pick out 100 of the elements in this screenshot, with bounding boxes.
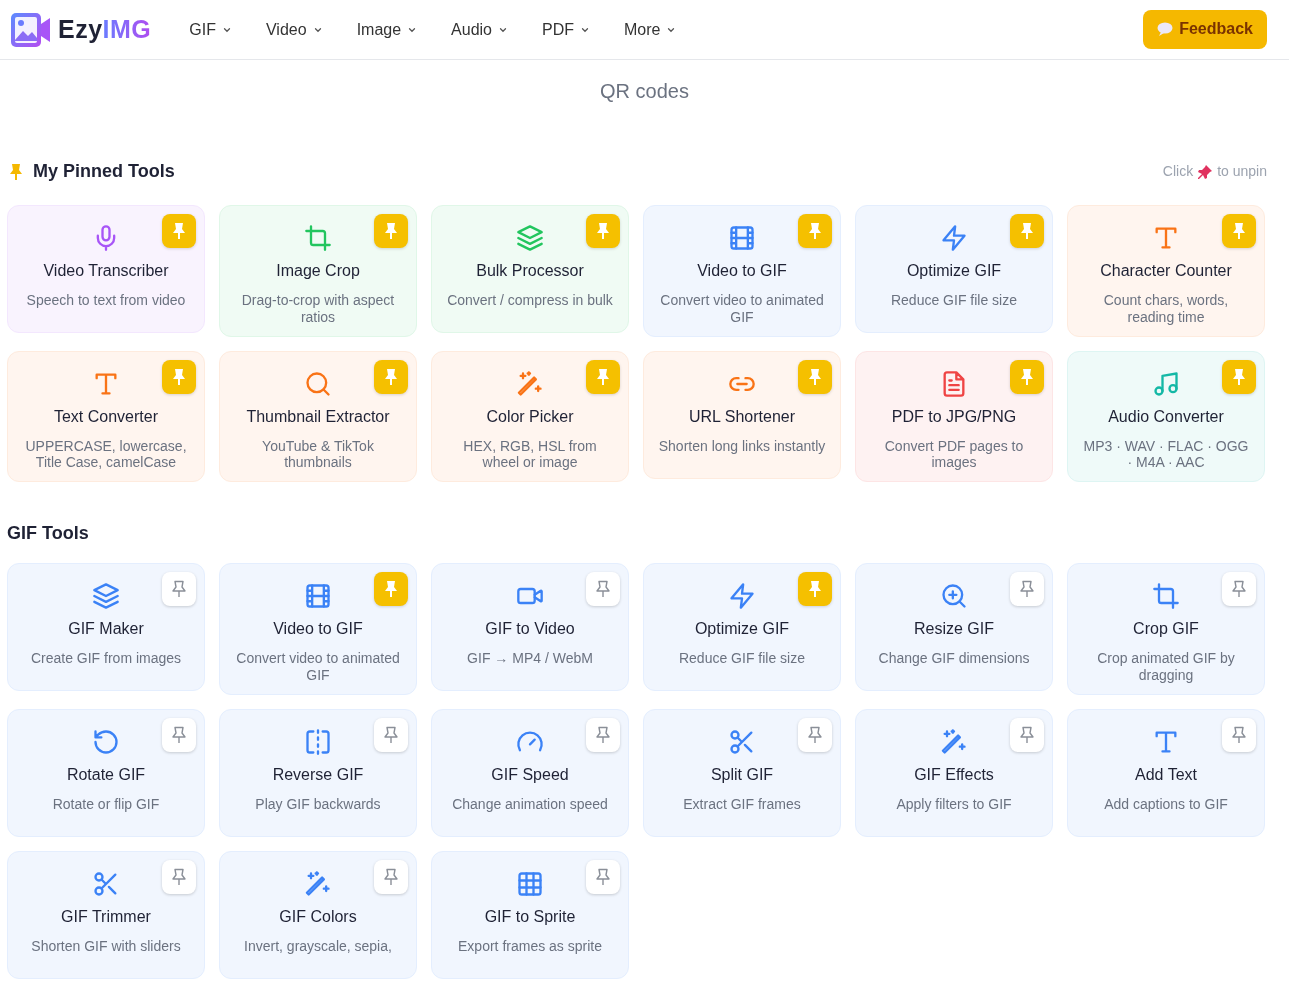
pin-button[interactable]	[798, 572, 832, 607]
pin-button[interactable]	[1222, 572, 1256, 607]
tool-description: Convert PDF pages to images	[883, 437, 1025, 472]
logo-text[interactable]: EzyIMG	[58, 10, 152, 49]
tool-description: Apply filters to GIF	[895, 795, 1013, 813]
tool-card[interactable]: Video to GIF Convert video to animated GIF	[219, 563, 417, 695]
pin-button[interactable]	[1222, 359, 1256, 394]
pin-button[interactable]	[798, 717, 832, 752]
pin-button[interactable]	[798, 214, 832, 248]
pin-icon	[171, 725, 187, 744]
tool-card[interactable]: GIF Maker Create GIF from images	[7, 563, 205, 692]
pin-button[interactable]	[1010, 717, 1044, 752]
tool-title: Video to GIF	[272, 619, 364, 640]
tool-title: GIF Colors	[278, 906, 358, 927]
pin-icon	[595, 222, 611, 240]
pin-icon	[1231, 367, 1247, 386]
tool-description: Play GIF backwards	[254, 795, 382, 813]
tool-card[interactable]: Split GIF Extract GIF frames	[643, 708, 841, 837]
tool-description: UPPERCASE, lowercase, Title Case, camelCase	[24, 437, 188, 472]
pin-button[interactable]	[586, 214, 620, 248]
pin-icon	[807, 222, 823, 240]
tool-card[interactable]: GIF Speed Change animation speed	[431, 708, 629, 837]
tool-card[interactable]: URL Shortener Shorten long links instantly	[643, 350, 841, 479]
unpin-hint: to unpin	[1217, 162, 1267, 181]
tool-title: Character Counter	[1099, 261, 1233, 281]
pin-button[interactable]	[1222, 214, 1256, 248]
tool-card[interactable]: Optimize GIF Reduce GIF file size	[855, 205, 1053, 333]
pin-button[interactable]	[586, 717, 620, 752]
logo-icon	[10, 11, 50, 48]
tool-card[interactable]: Image Crop Drag-to-crop with aspect ratios	[219, 205, 417, 337]
tool-description: Rotate or flip GIF	[51, 795, 161, 813]
pin-icon	[1019, 367, 1035, 386]
tool-card[interactable]: GIF to Sprite Export frames as sprite	[431, 850, 629, 979]
pin-button[interactable]	[162, 717, 196, 752]
tool-description: GIF → MP4 / WebM	[466, 650, 594, 667]
tool-description: Convert video to animated GIF	[235, 650, 401, 684]
tool-description: Reduce GIF file size	[889, 292, 1019, 309]
nav-menu[interactable]: Audio	[451, 13, 508, 46]
tool-card[interactable]: Crop GIF Crop animated GIF by dragging	[1067, 563, 1265, 695]
tool-description: Invert, grayscale, sepia,	[243, 937, 393, 955]
pin-button[interactable]	[162, 214, 196, 248]
pin-icon	[1231, 580, 1247, 599]
pin-icon	[807, 367, 823, 386]
pin-button[interactable]	[374, 572, 408, 607]
nav-menu[interactable]: PDF	[542, 13, 590, 46]
pin-icon	[595, 725, 611, 744]
tool-card[interactable]: GIF Effects Apply filters to GIF	[855, 708, 1053, 837]
pin-button[interactable]	[162, 859, 196, 894]
pin-button[interactable]	[162, 359, 196, 394]
tool-card[interactable]: Rotate GIF Rotate or flip GIF	[7, 708, 205, 837]
nav-menu[interactable]: More	[624, 13, 677, 46]
tool-card[interactable]: Video Transcriber Speech to text from video	[7, 205, 205, 333]
pin-button[interactable]	[586, 859, 620, 894]
tool-card[interactable]: Thumbnail Extractor YouTube & TikTok thumbnails	[219, 350, 417, 483]
pin-button[interactable]	[374, 359, 408, 394]
tool-card[interactable]: Text Converter UPPERCASE, lowercase, Title Case, camelCase	[7, 350, 205, 483]
nav-menu[interactable]: Image	[356, 13, 418, 46]
tool-card[interactable]: PDF to JPG/PNG Convert PDF pages to images	[855, 350, 1053, 483]
pin-button[interactable]	[798, 359, 832, 394]
tool-card[interactable]: GIF Colors Invert, grayscale, sepia,	[219, 850, 417, 979]
nav-menu[interactable]: Video	[266, 13, 323, 46]
pin-icon	[383, 222, 399, 240]
pin-button[interactable]	[1010, 214, 1044, 248]
tool-card[interactable]: Character Counter Count chars, words, reading time	[1067, 205, 1265, 337]
tool-card[interactable]: Audio Converter MP3 · WAV · FLAC · OGG · M4A · AAC	[1067, 350, 1265, 483]
tool-title: GIF Effects	[913, 764, 995, 785]
tool-card[interactable]: GIF Trimmer Shorten GIF with sliders	[7, 850, 205, 979]
tool-card[interactable]: Optimize GIF Reduce GIF file size	[643, 563, 841, 692]
tool-title: Video Transcriber	[42, 261, 170, 281]
tool-description: Shorten long links instantly	[657, 437, 827, 455]
pin-button[interactable]	[374, 717, 408, 752]
pin-icon	[1019, 725, 1035, 744]
tool-card[interactable]: Color Picker HEX, RGB, HSL from wheel or image	[431, 350, 629, 483]
tool-card[interactable]: GIF to Video GIF → MP4 / WebM	[431, 563, 629, 692]
tool-title: Optimize GIF	[693, 619, 791, 640]
tool-card[interactable]: Reverse GIF Play GIF backwards	[219, 708, 417, 837]
pin-icon	[595, 580, 611, 599]
nav-menu[interactable]: GIF	[189, 13, 232, 46]
pin-button[interactable]	[374, 859, 408, 894]
tool-card[interactable]: Bulk Processor Convert / compress in bulk	[431, 205, 629, 333]
section-title: GIF Tools	[7, 523, 89, 544]
tool-description: Reduce GIF file size	[677, 650, 807, 667]
pin-button[interactable]	[1010, 359, 1044, 394]
pin-button[interactable]	[1010, 572, 1044, 607]
pin-button[interactable]	[162, 572, 196, 607]
tool-card[interactable]: Resize GIF Change GIF dimensions	[855, 563, 1053, 692]
tool-description: YouTube & TikTok thumbnails	[261, 437, 375, 472]
tool-title: GIF Speed	[490, 764, 570, 785]
pin-icon	[383, 725, 399, 744]
feedback-button[interactable]: Feedback	[1143, 10, 1267, 49]
pin-button[interactable]	[1222, 717, 1256, 752]
tool-card[interactable]: Video to GIF Convert video to animated GIF	[643, 205, 841, 337]
tool-description: HEX, RGB, HSL from wheel or image	[462, 437, 598, 472]
tool-description: Change animation speed	[451, 795, 609, 813]
tool-description: Convert video to animated GIF	[659, 292, 825, 326]
pin-button[interactable]	[374, 214, 408, 248]
pin-button[interactable]	[586, 359, 620, 394]
tool-card[interactable]: Add Text Add captions to GIF	[1067, 708, 1265, 837]
pin-icon	[807, 580, 823, 599]
pin-button[interactable]	[586, 572, 620, 607]
